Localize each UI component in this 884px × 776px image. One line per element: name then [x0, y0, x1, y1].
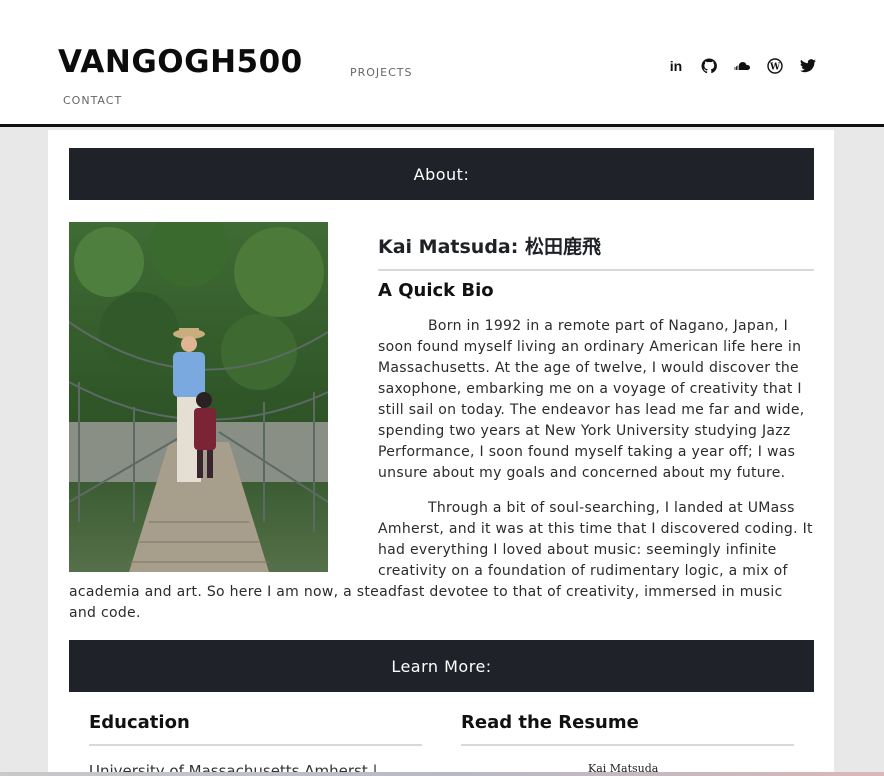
- nav-contact[interactable]: CONTACT: [63, 94, 122, 107]
- svg-text:W: W: [769, 63, 781, 73]
- wordpress-icon[interactable]: W: [767, 57, 783, 75]
- soundcloud-icon[interactable]: [734, 57, 750, 75]
- github-icon[interactable]: [701, 57, 717, 75]
- resume-heading[interactable]: Read the Resume: [461, 712, 639, 733]
- linkedin-icon[interactable]: in: [668, 57, 684, 75]
- title-divider: [378, 269, 814, 271]
- profile-photo: [69, 222, 328, 572]
- nav-projects[interactable]: PROJECTS: [350, 66, 413, 79]
- resume-divider: [461, 744, 794, 746]
- learn-more-title: Learn More:: [391, 656, 492, 676]
- bio-paragraph-2-continued: academia and art. So here I am now, a st…: [69, 582, 814, 624]
- bio-text-2b: academia and art. So here I am now, a st…: [69, 584, 783, 621]
- site-header: VANGOGH500 PROJECTS CONTACT in W: [0, 0, 884, 127]
- education-heading: Education: [89, 712, 190, 733]
- social-links: in W: [668, 57, 816, 75]
- bio-heading: A Quick Bio: [378, 280, 494, 301]
- about-banner: About:: [69, 148, 814, 200]
- main-content: About: Kai Matsuda: 松田鹿飛 A Quick Bio Bor…: [48, 130, 834, 776]
- bottom-edge: [0, 772, 884, 776]
- bio-text-2a: Through a bit of soul-searching, I lande…: [378, 500, 813, 579]
- bio-paragraph-2: Through a bit of soul-searching, I lande…: [378, 498, 814, 582]
- bio-paragraph-1: Born in 1992 in a remote part of Nagano,…: [378, 316, 814, 484]
- learn-more-banner: Learn More:: [69, 640, 814, 692]
- bio-text-1: Born in 1992 in a remote part of Nagano,…: [378, 318, 805, 481]
- site-logo[interactable]: VANGOGH500: [58, 44, 303, 80]
- about-banner-title: About:: [413, 164, 470, 184]
- education-divider: [89, 744, 422, 746]
- page-title: Kai Matsuda: 松田鹿飛: [378, 236, 601, 258]
- twitter-icon[interactable]: [800, 57, 816, 75]
